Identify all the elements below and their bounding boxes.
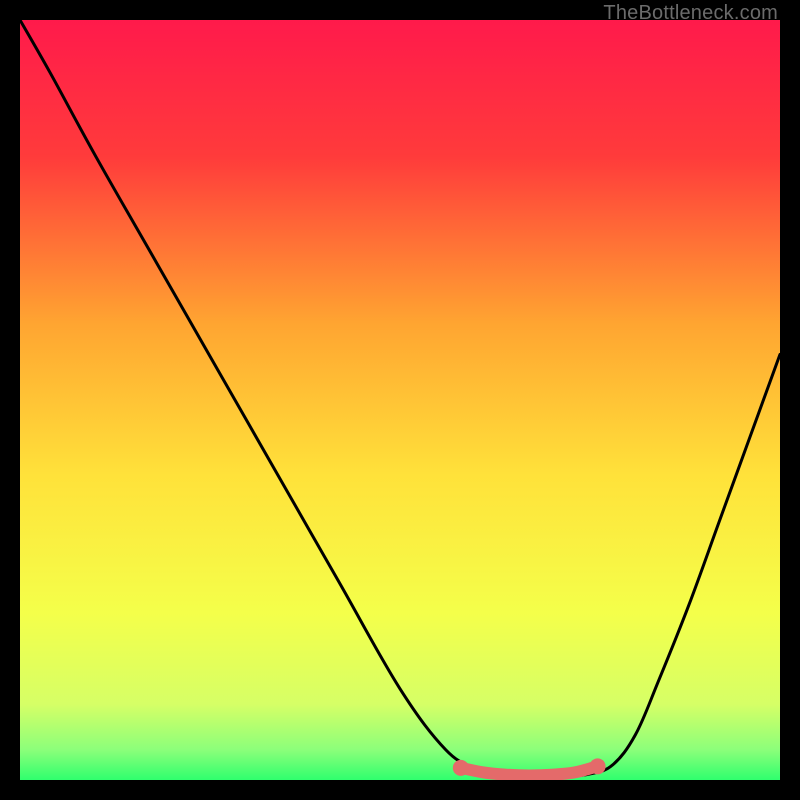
chart-frame: TheBottleneck.com xyxy=(0,0,800,800)
plateau-start-dot xyxy=(453,760,469,776)
plot-area xyxy=(20,20,780,780)
watermark-text: TheBottleneck.com xyxy=(603,2,778,25)
chart-svg xyxy=(20,20,780,780)
plateau-end-dot xyxy=(590,758,606,774)
